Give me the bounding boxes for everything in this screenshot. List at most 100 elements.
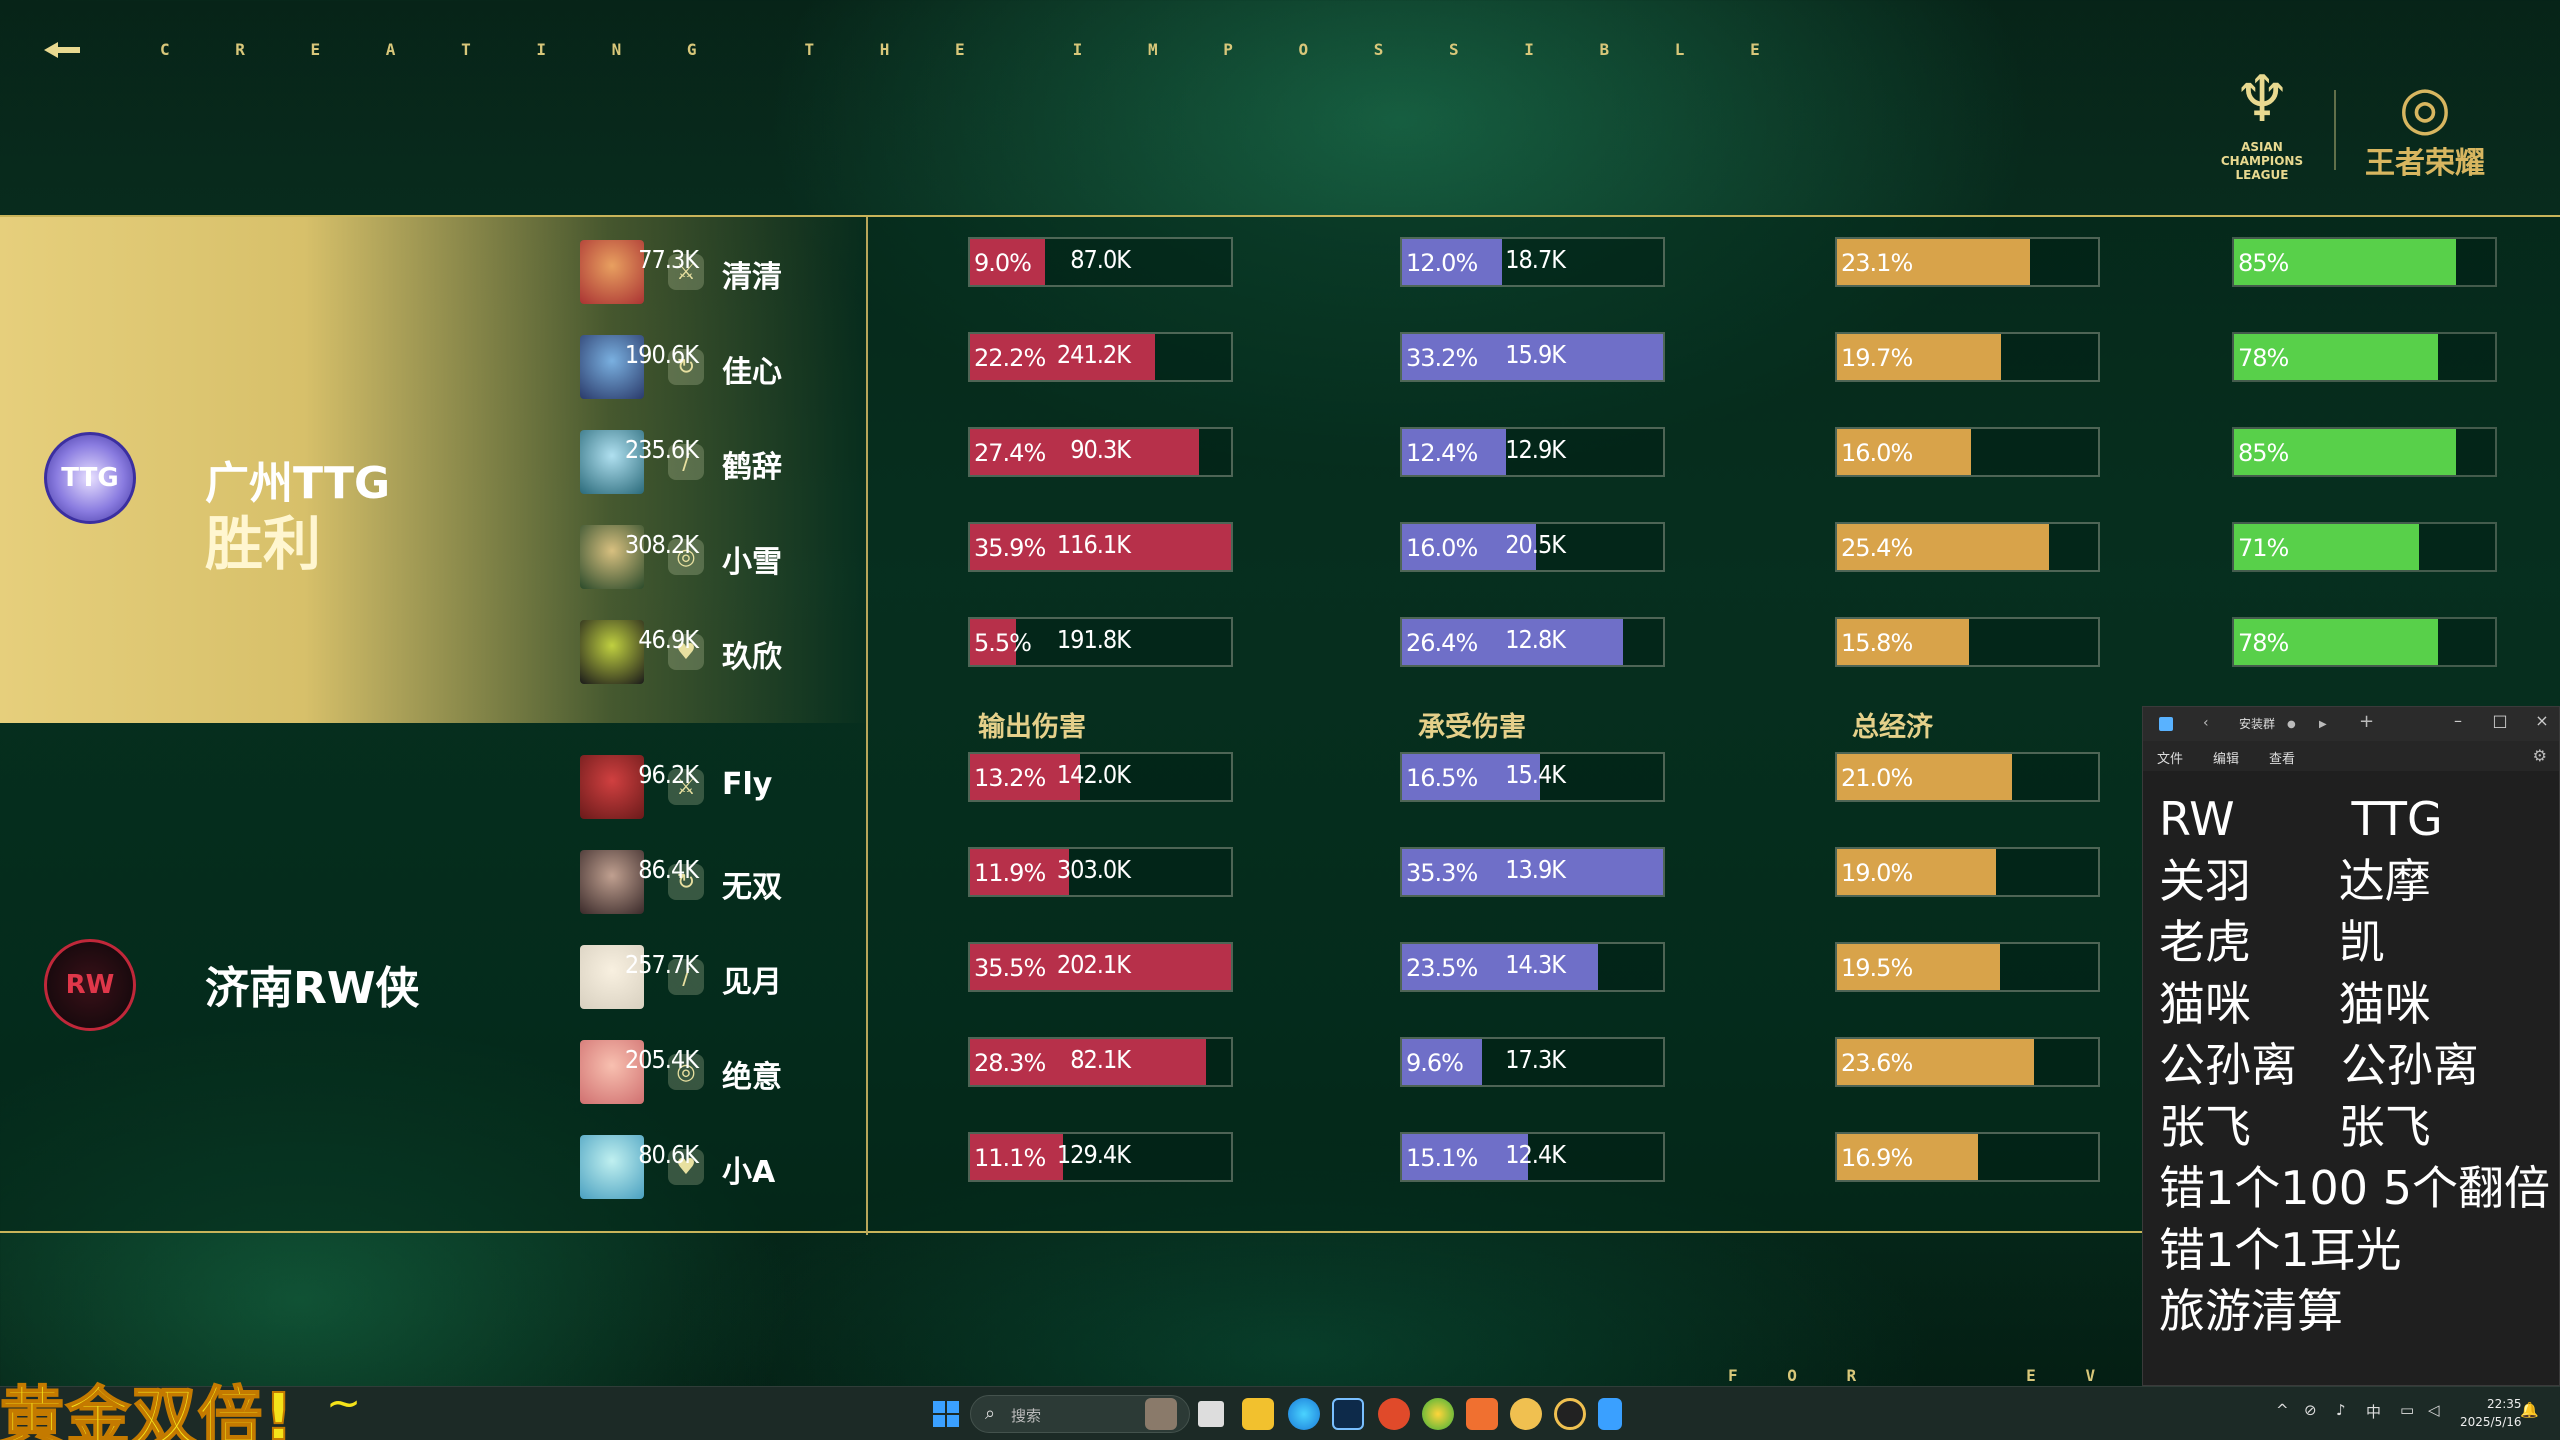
notepad-taskbar-icon[interactable] bbox=[1598, 1398, 1622, 1430]
eco-percent: 15.8% bbox=[1841, 629, 1913, 657]
eco-percent: 23.6% bbox=[1841, 1049, 1913, 1077]
eco-value: 20.5K bbox=[1505, 530, 1566, 559]
acl-emblem-icon: ♆ bbox=[2233, 63, 2291, 137]
eco-percent: 16.0% bbox=[1841, 439, 1913, 467]
settings-gear-icon[interactable]: ⚙ bbox=[2533, 746, 2547, 765]
player-name: 玖欣 bbox=[722, 640, 782, 675]
team-result-victory: 胜利 bbox=[205, 510, 322, 578]
player-name: 见月 bbox=[722, 965, 782, 1000]
player-row: ⚔ Fly bbox=[580, 755, 880, 825]
network-status-icon[interactable]: ⊘ bbox=[2304, 1401, 2317, 1419]
taskbar-app-search-highlight-icon[interactable] bbox=[1145, 1398, 1177, 1430]
menu-file[interactable]: 文件 bbox=[2157, 748, 2183, 767]
dmg-percent: 13.2% bbox=[974, 764, 1046, 792]
kill-participation-bar: 78% bbox=[2232, 332, 2497, 382]
eco-bar: 16.0% bbox=[1835, 427, 2100, 477]
player-row: ♥ 玖欣 bbox=[580, 620, 880, 690]
eco-value: 14.3K bbox=[1505, 950, 1566, 979]
taken-value: 90.3K bbox=[1070, 435, 1131, 464]
tab-close-icon[interactable]: ● bbox=[2287, 719, 2296, 730]
team-name-rw: 济南RW侠 bbox=[205, 963, 420, 1014]
notepad-text-area[interactable]: RW TTG 关羽 达摩 老虎 凯猫咪 猫咪 公孙离 公孙离 张飞 张飞 错1个100 5… bbox=[2159, 789, 2555, 1343]
media-app-icon[interactable] bbox=[1378, 1398, 1410, 1430]
eco-value: 12.4K bbox=[1505, 1140, 1566, 1169]
player-name: 鹤辞 bbox=[722, 450, 782, 485]
taken-percent: 15.1% bbox=[1406, 1144, 1478, 1172]
notepad-line: 旅游清算 bbox=[2159, 1284, 2343, 1338]
display-icon[interactable]: ▭ bbox=[2400, 1401, 2414, 1419]
player-row: ↻ 无双 bbox=[580, 850, 880, 920]
chrome-browser-icon[interactable] bbox=[1422, 1398, 1454, 1430]
menu-view[interactable]: 查看 bbox=[2269, 748, 2295, 767]
notepad-tab[interactable]: 安装群 bbox=[2239, 715, 2275, 732]
close-icon[interactable]: × bbox=[2527, 711, 2557, 730]
terminal-app-icon[interactable] bbox=[1332, 1398, 1364, 1430]
taken-percent: 35.3% bbox=[1406, 859, 1478, 887]
system-clock[interactable]: 22:35 2025/5/16 bbox=[2460, 1395, 2522, 1431]
top-bar: C R E A T I N GT H EI M P O S S I B L E … bbox=[0, 0, 2560, 215]
tab-scroll-right-icon[interactable]: ▶ bbox=[2319, 719, 2327, 730]
asian-champions-league-logo: ♆ ASIAN CHAMPIONS LEAGUE bbox=[2220, 60, 2304, 200]
logo-divider bbox=[2334, 90, 2336, 170]
eco-bar: 23.1% bbox=[1835, 237, 2100, 287]
notepad-line: 公孙离 公孙离 bbox=[2159, 1038, 2479, 1092]
eco-bar: 25.4% bbox=[1835, 522, 2100, 572]
dmg-percent: 35.9% bbox=[974, 534, 1046, 562]
eco-bar: 19.5% bbox=[1835, 942, 2100, 992]
dmg-percent: 9.0% bbox=[974, 249, 1032, 277]
eco-percent: 21.0% bbox=[1841, 764, 1913, 792]
taken-value: 82.1K bbox=[1070, 1045, 1131, 1074]
dmg-value: 46.9K bbox=[638, 625, 699, 654]
dmg-value: 308.2K bbox=[624, 530, 699, 559]
hero-avatar bbox=[580, 755, 644, 819]
office-app-icon[interactable] bbox=[1466, 1398, 1498, 1430]
notification-bell-icon[interactable]: 🔔 bbox=[2520, 1401, 2539, 1419]
kill-participation-bar: 85% bbox=[2232, 427, 2497, 477]
dmg-percent: 28.3% bbox=[974, 1049, 1046, 1077]
stream-overlay-tilde: ~ bbox=[326, 1378, 362, 1427]
notepad-titlebar[interactable]: ‹ 安装群 ● ▶ + – □ × bbox=[2143, 707, 2559, 741]
eco-value: 15.4K bbox=[1505, 760, 1566, 789]
header-total-economy: 总经济 bbox=[1852, 712, 1933, 743]
microphone-icon[interactable]: ♪ bbox=[2336, 1401, 2346, 1419]
obs-app-icon[interactable] bbox=[1554, 1398, 1586, 1430]
task-view-icon[interactable] bbox=[1198, 1401, 1224, 1427]
eco-percent: 25.4% bbox=[1841, 534, 1913, 562]
player-row: ⚔ 清清 bbox=[580, 240, 880, 310]
stream-overlay-text: 黄金双倍! bbox=[0, 1380, 296, 1440]
input-method-icon[interactable]: 中 bbox=[2366, 1401, 2381, 1422]
notepad-line: 关羽 达摩 bbox=[2159, 853, 2431, 908]
edge-browser-icon[interactable] bbox=[1288, 1398, 1320, 1430]
new-tab-icon[interactable]: + bbox=[2359, 711, 2374, 732]
taken-value: 116.1K bbox=[1056, 530, 1131, 559]
volume-icon[interactable]: ◁ bbox=[2428, 1401, 2440, 1419]
kill-participation-bar: 78% bbox=[2232, 617, 2497, 667]
taken-value: 87.0K bbox=[1070, 245, 1131, 274]
tab-scroll-left-icon[interactable]: ‹ bbox=[2203, 715, 2209, 731]
eco-percent: 19.5% bbox=[1841, 954, 1913, 982]
dmg-value: 77.3K bbox=[638, 245, 699, 274]
dmg-value: 235.6K bbox=[624, 435, 699, 464]
player-name: 佳心 bbox=[722, 355, 782, 390]
minimize-icon[interactable]: – bbox=[2443, 711, 2473, 730]
taken-value: 142.0K bbox=[1056, 760, 1131, 789]
back-arrow-icon[interactable] bbox=[44, 42, 80, 58]
dmg-percent: 11.9% bbox=[974, 859, 1046, 887]
menu-edit[interactable]: 编辑 bbox=[2213, 748, 2239, 767]
windows-start-icon[interactable] bbox=[933, 1401, 959, 1427]
dmg-percent: 27.4% bbox=[974, 439, 1046, 467]
eco-bar: 21.0% bbox=[1835, 752, 2100, 802]
notepad-window[interactable]: ‹ 安装群 ● ▶ + – □ × 文件 编辑 查看 ⚙ RW TTG 关羽 达摩… bbox=[2142, 706, 2560, 1386]
dmg-value: 190.6K bbox=[624, 340, 699, 369]
honor-of-kings-logo: ◎ 王者荣耀 bbox=[2350, 70, 2500, 190]
header-damage-taken: 承受伤害 bbox=[1418, 712, 1526, 743]
game-app-icon[interactable] bbox=[1510, 1398, 1542, 1430]
eco-percent: 16.9% bbox=[1841, 1144, 1913, 1172]
file-explorer-icon[interactable] bbox=[1242, 1398, 1274, 1430]
kill-participation-percent: 85% bbox=[2238, 439, 2289, 467]
tray-expand-icon[interactable]: ^ bbox=[2276, 1401, 2289, 1419]
taken-value: 129.4K bbox=[1056, 1140, 1131, 1169]
notepad-line: 错1个100 5个翻倍 bbox=[2159, 1161, 2550, 1215]
notepad-line: RW TTG bbox=[2159, 792, 2443, 846]
maximize-icon[interactable]: □ bbox=[2485, 711, 2515, 730]
